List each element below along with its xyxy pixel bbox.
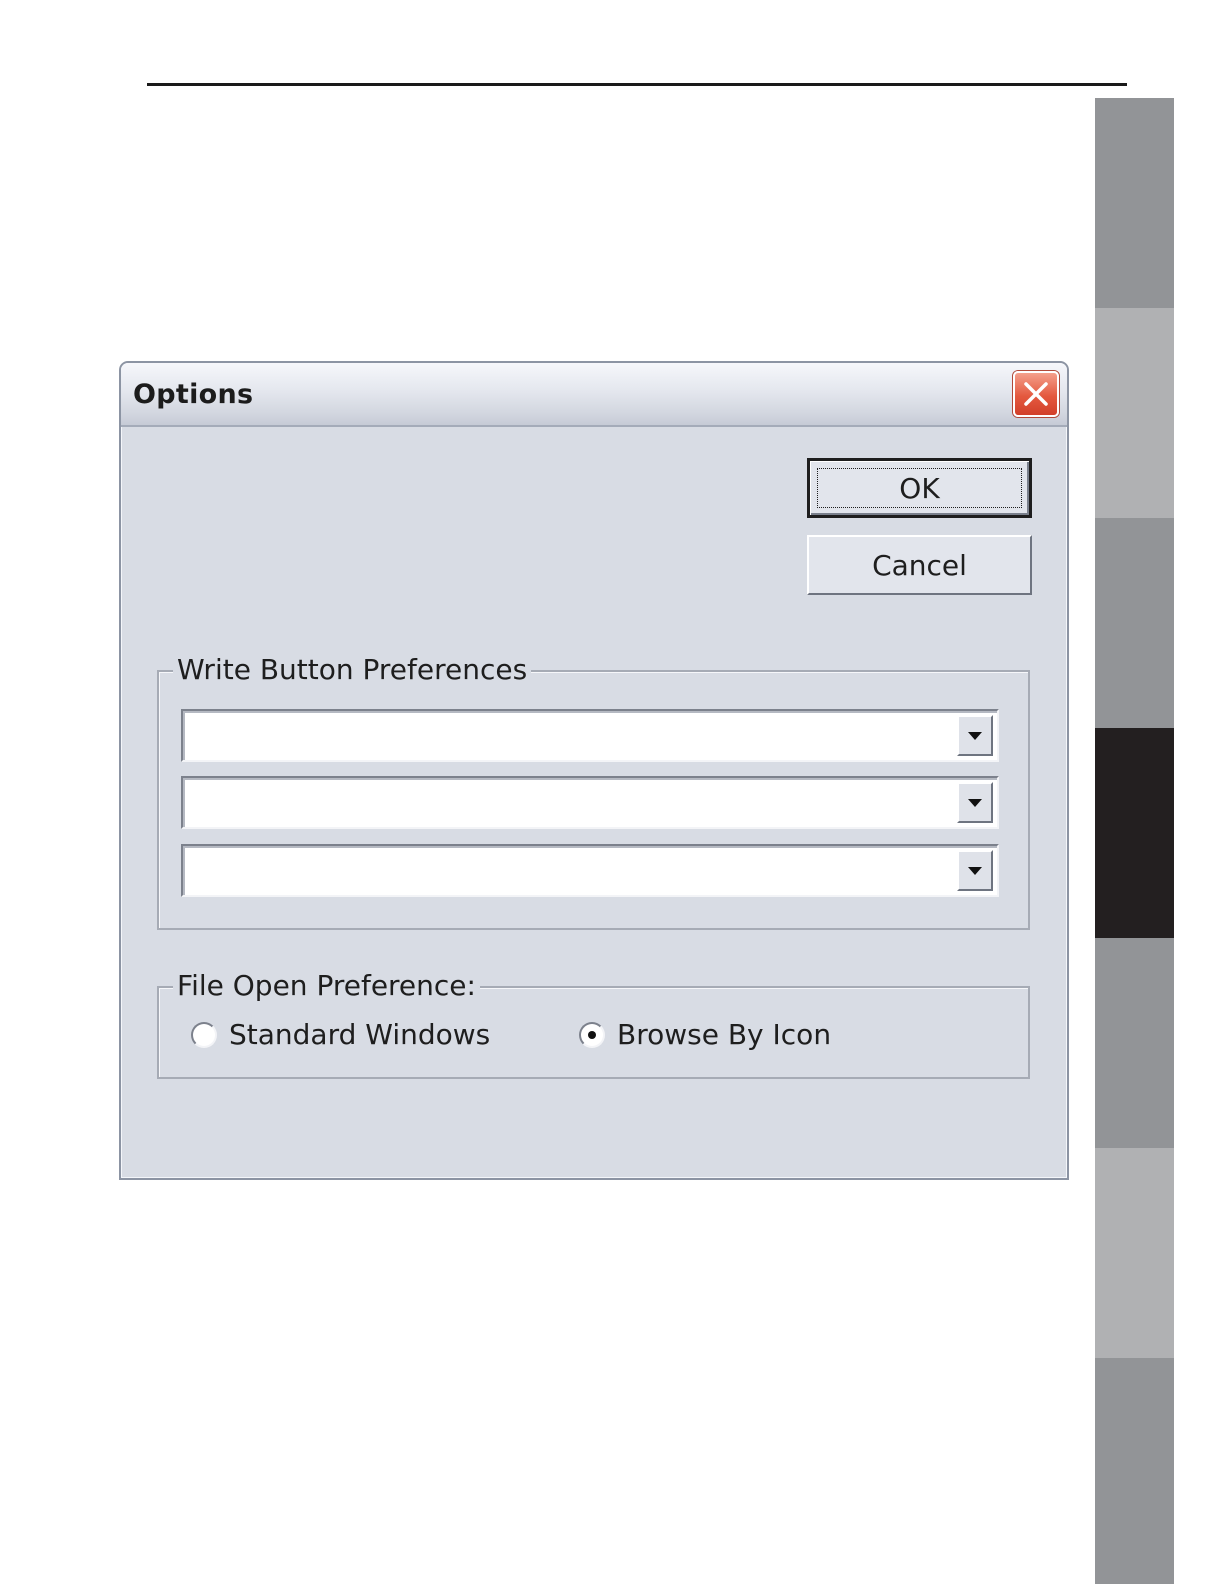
write-button-preferences-group: Write Button Preferences: [157, 650, 1030, 930]
section-tab-3: [1095, 518, 1174, 728]
radio-standard-windows[interactable]: Standard Windows: [191, 1018, 490, 1051]
write-preference-combo-3[interactable]: [181, 844, 999, 897]
file-open-preference-group: File Open Preference: Standard Windows B…: [157, 966, 1030, 1079]
combo-dropdown-button[interactable]: [957, 782, 993, 823]
radio-circle-checked[interactable]: [579, 1021, 605, 1048]
chevron-down-icon: [968, 731, 982, 740]
close-icon: [1024, 382, 1048, 406]
chevron-down-icon: [968, 866, 982, 875]
dialog-titlebar[interactable]: Options: [121, 363, 1067, 427]
section-tab-5: [1095, 938, 1174, 1148]
section-thumb-tabs: [1095, 98, 1174, 1584]
combo-dropdown-button[interactable]: [957, 850, 993, 891]
write-preference-combo-2[interactable]: [181, 776, 999, 829]
radio-label: Standard Windows: [229, 1018, 491, 1051]
radio-circle-unchecked[interactable]: [191, 1021, 217, 1048]
radio-label: Browse By Icon: [617, 1018, 832, 1051]
cancel-button[interactable]: Cancel: [807, 535, 1032, 595]
ok-button[interactable]: OK: [807, 458, 1032, 518]
section-tab-1: [1095, 98, 1174, 308]
section-tab-2: [1095, 308, 1174, 518]
section-tab-4-active: [1095, 728, 1174, 938]
dialog-title: Options: [133, 379, 254, 410]
cancel-button-label: Cancel: [872, 548, 967, 582]
section-tab-6: [1095, 1148, 1174, 1358]
options-dialog: Options OK Cancel Write Button Preferenc…: [119, 361, 1069, 1180]
close-button[interactable]: [1013, 371, 1059, 417]
focus-ring: [817, 468, 1022, 508]
page-top-rule: [147, 83, 1127, 86]
radio-browse-by-icon[interactable]: Browse By Icon: [579, 1018, 831, 1051]
write-preference-combo-1[interactable]: [181, 709, 999, 762]
file-open-preference-legend: File Open Preference:: [173, 966, 480, 1006]
write-button-preferences-legend: Write Button Preferences: [173, 650, 532, 690]
combo-dropdown-button[interactable]: [957, 715, 993, 756]
section-tab-7: [1095, 1358, 1174, 1584]
chevron-down-icon: [968, 798, 982, 807]
